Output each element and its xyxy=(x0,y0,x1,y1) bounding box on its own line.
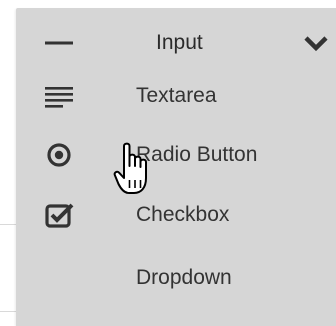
chevron-down-icon[interactable] xyxy=(302,31,330,55)
menu-item-textarea[interactable]: Textarea xyxy=(16,71,336,121)
menu-item-label: Textarea xyxy=(136,84,217,107)
menu-item-radio-button[interactable]: Radio Button xyxy=(16,130,336,180)
menu-item-dropdown[interactable]: Dropdown xyxy=(16,253,336,303)
checkbox-icon xyxy=(44,201,74,229)
menu-item-label: Dropdown xyxy=(136,266,232,289)
horizontal-line-icon xyxy=(44,29,74,57)
menu-item-label: Checkbox xyxy=(136,203,230,226)
menu-item-checkbox[interactable]: Checkbox xyxy=(16,190,336,240)
field-type-dropdown-menu: Input Textarea Radio Button Checkbox Dro… xyxy=(16,8,336,326)
menu-item-label: Input xyxy=(156,31,203,54)
text-lines-icon xyxy=(44,82,74,110)
menu-item-input[interactable]: Input xyxy=(16,18,336,68)
radio-icon xyxy=(44,141,74,169)
menu-item-label: Radio Button xyxy=(136,143,258,166)
